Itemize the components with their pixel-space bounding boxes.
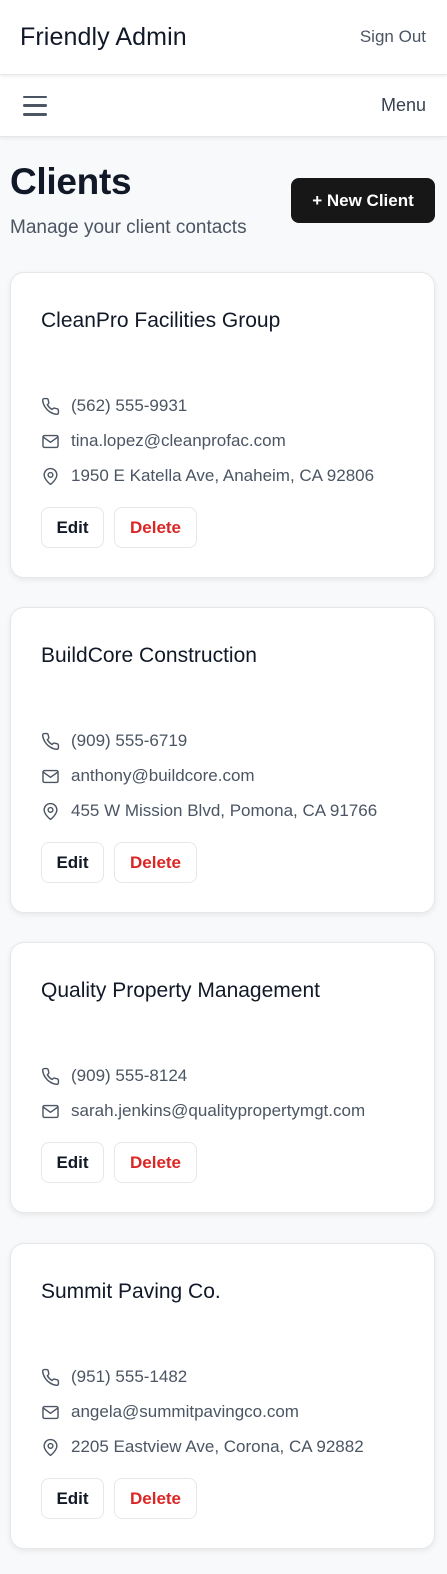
phone-text: (951) 555-1482: [71, 1367, 188, 1386]
client-phone: (909) 555-6719: [41, 731, 187, 751]
phone-icon: [41, 732, 60, 750]
mail-icon: [42, 1104, 59, 1118]
top-bar: Friendly Admin Sign Out: [0, 0, 447, 75]
card-actions: Edit Delete: [41, 1142, 197, 1183]
client-card: Summit Paving Co. (951) 555-1482 angela@…: [10, 1243, 435, 1549]
hamburger-icon[interactable]: [23, 95, 47, 116]
client-card: CleanPro Facilities Group (562) 555-9931…: [10, 272, 435, 578]
edit-button[interactable]: Edit: [41, 1142, 104, 1183]
client-card: BuildCore Construction (909) 555-6719 an…: [10, 607, 435, 913]
client-address: 1950 E Katella Ave, Anaheim, CA 92806: [41, 466, 374, 486]
client-phone: (909) 555-8124: [41, 1066, 187, 1086]
client-name: Summit Paving Co.: [41, 1280, 221, 1303]
delete-button[interactable]: Delete: [114, 1142, 197, 1183]
card-actions: Edit Delete: [41, 1478, 197, 1519]
phone-icon: [41, 397, 60, 415]
delete-button[interactable]: Delete: [114, 507, 197, 548]
client-address: 455 W Mission Blvd, Pomona, CA 91766: [41, 801, 377, 821]
client-name: Quality Property Management: [41, 979, 320, 1002]
phone-text: (562) 555-9931: [71, 396, 188, 415]
sign-out-button[interactable]: Sign Out: [360, 27, 426, 47]
edit-button[interactable]: Edit: [41, 842, 104, 883]
client-email: tina.lopez@cleanprofac.com: [41, 431, 286, 451]
client-name: CleanPro Facilities Group: [41, 309, 281, 332]
email-text: sarah.jenkins@qualitypropertymgt.com: [71, 1101, 366, 1120]
email-text: tina.lopez@cleanprofac.com: [71, 431, 286, 450]
delete-button[interactable]: Delete: [114, 842, 197, 883]
client-email: angela@summitpavingco.com: [41, 1402, 299, 1422]
mail-icon: [42, 769, 59, 783]
client-name: BuildCore Construction: [41, 644, 257, 667]
address-text: 1950 E Katella Ave, Anaheim, CA 92806: [71, 466, 375, 485]
address-text: 455 W Mission Blvd, Pomona, CA 91766: [71, 801, 378, 820]
menu-toggle[interactable]: Menu: [381, 95, 426, 116]
edit-button[interactable]: Edit: [41, 1478, 104, 1519]
phone-text: (909) 555-8124: [71, 1066, 188, 1085]
client-address: 2205 Eastview Ave, Corona, CA 92882: [41, 1437, 364, 1457]
client-phone: (562) 555-9931: [41, 396, 187, 416]
menu-bar: Menu: [0, 75, 447, 137]
page-subtitle: Manage your client contacts: [10, 217, 247, 238]
email-text: angela@summitpavingco.com: [71, 1402, 299, 1421]
map-pin-icon: [43, 1438, 58, 1456]
map-pin-icon: [43, 802, 58, 820]
page-header: Clients Manage your client contacts + Ne…: [0, 137, 447, 272]
edit-button[interactable]: Edit: [41, 507, 104, 548]
client-email: anthony@buildcore.com: [41, 766, 255, 786]
map-pin-icon: [43, 467, 58, 485]
phone-icon: [41, 1368, 60, 1386]
new-client-button[interactable]: + New Client: [291, 178, 435, 223]
client-email: sarah.jenkins@qualitypropertymgt.com: [41, 1101, 365, 1121]
phone-icon: [41, 1067, 60, 1085]
app-brand: Friendly Admin: [20, 22, 187, 51]
mail-icon: [42, 1405, 59, 1419]
address-text: 2205 Eastview Ave, Corona, CA 92882: [71, 1437, 364, 1456]
card-actions: Edit Delete: [41, 842, 197, 883]
client-card: Quality Property Management (909) 555-81…: [10, 942, 435, 1213]
phone-text: (909) 555-6719: [71, 731, 188, 750]
card-actions: Edit Delete: [41, 507, 197, 548]
mail-icon: [42, 434, 59, 448]
client-phone: (951) 555-1482: [41, 1367, 187, 1387]
page-title: Clients: [10, 161, 132, 202]
email-text: anthony@buildcore.com: [71, 766, 255, 785]
delete-button[interactable]: Delete: [114, 1478, 197, 1519]
